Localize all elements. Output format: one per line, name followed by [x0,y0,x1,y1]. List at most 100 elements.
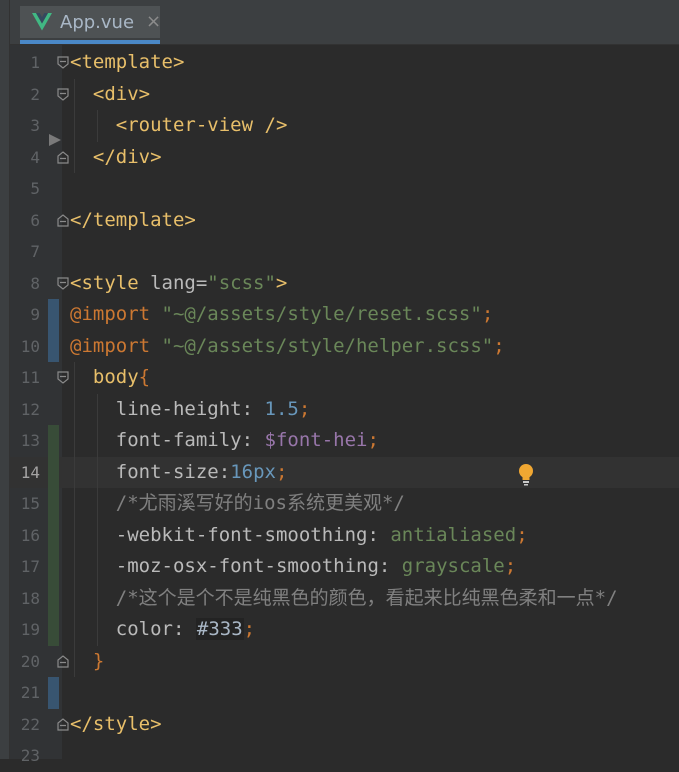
code-token: #333 [195,618,244,640]
code-token: <div> [92,82,151,105]
line-number: 23 [20,746,40,765]
line-number: 3 [30,116,40,135]
code-line[interactable]: 21 [10,677,679,709]
indent-guide [96,456,98,488]
code-token: <router-view /> [115,114,288,136]
code-text: <template> [70,47,184,79]
indent-guide [74,141,75,173]
indent-guide [74,425,75,457]
code-token: <style [70,271,151,294]
fold-end-icon[interactable] [57,717,69,731]
code-line[interactable]: 18 /*这个是个不是纯黑色的颜色，看起来比纯黑色柔和一点*/ [10,582,679,615]
indent-guide [74,393,75,425]
vcs-added-marker[interactable] [48,582,59,614]
code-line[interactable]: 19 color: #333; [10,614,679,646]
line-number: 19 [20,620,40,639]
code-line[interactable]: 15 /*尤雨溪写好的ios系统更美观*/ [10,488,679,520]
code-token: grayscale [401,555,505,577]
indent-guide [74,456,75,488]
code-token: <template> [70,51,185,73]
line-number: 21 [20,683,40,702]
fold-open-icon[interactable] [57,87,69,101]
code-line[interactable]: 9 @import "~@/assets/style/reset.scss"; [10,299,679,331]
indent-guide [74,519,75,551]
code-token: line-height [115,397,242,420]
code-token: @import [70,303,162,325]
line-number: 17 [20,557,40,576]
code-token: "~@/assets/style/helper.scss" [161,334,494,357]
code-token: -moz-osx-font-smoothing [115,555,379,577]
tab-app-vue[interactable]: App.vue × [20,6,161,44]
indent-guide [74,551,75,583]
code-text: @import "~@/assets/style/reset.scss"; [70,299,493,331]
active-tab-indicator [20,40,160,44]
code-token: { [138,366,151,388]
code-token: : [241,397,265,420]
vcs-added-marker[interactable] [48,551,59,583]
code-line[interactable]: 12 line-height: 1.5; [10,393,679,425]
fold-end-icon[interactable] [57,150,69,164]
line-number: 6 [30,210,40,230]
code-text: -moz-osx-font-smoothing: grayscale; [116,551,516,583]
line-number: 8 [30,273,40,293]
vue-logo-icon [32,13,52,31]
vcs-modified-marker[interactable] [48,299,59,331]
code-token: : [378,555,402,577]
line-number: 4 [30,147,40,167]
code-line[interactable]: 3 <router-view /> [10,110,679,142]
code-line[interactable]: 5 [10,173,679,205]
code-token: 16px [230,460,276,483]
code-line[interactable]: 16 -webkit-font-smoothing: antialiased; [10,519,679,551]
code-line[interactable]: 6 </template> [10,205,679,237]
code-text: <router-view /> [116,110,288,142]
code-token: @import [70,334,162,357]
indent-guide [74,488,75,520]
fold-end-icon[interactable] [57,213,69,227]
fold-open-icon[interactable] [57,56,69,69]
code-editor[interactable]: 1 <template> 2 <div> 3 <router-view /> 4 </div>… [10,45,679,765]
line-number: 14 [20,462,40,482]
code-line[interactable]: 10 @import "~@/assets/style/helper.scss"; [10,330,679,363]
code-text: @import "~@/assets/style/helper.scss"; [70,331,505,363]
vcs-modified-marker[interactable] [48,677,59,709]
code-token: 1.5 [264,397,299,420]
line-number: 16 [20,525,40,545]
code-line[interactable]: 8 <style lang="scss"> [10,268,679,300]
vcs-added-marker[interactable] [48,425,59,457]
line-number: 1 [30,53,40,72]
indent-guide [96,551,98,583]
code-line[interactable]: 14 font-size:16px; [10,456,679,488]
indent-guide [96,110,98,142]
code-token: body [92,366,139,388]
fold-end-icon[interactable] [57,654,69,668]
code-token: ; [481,303,494,325]
code-line[interactable]: 22 </style> [10,709,679,741]
code-line[interactable]: 23 [10,740,679,772]
code-text: } [93,646,104,678]
vcs-added-marker[interactable] [48,488,59,520]
code-line[interactable]: 13 font-family: $font-hei; [10,425,679,457]
code-line[interactable]: 7 [10,236,679,268]
code-line[interactable]: 2 <div> [10,78,679,110]
indent-guide [96,614,98,646]
line-number: 2 [30,84,40,104]
line-number: 13 [20,431,40,450]
vcs-added-marker[interactable] [48,614,59,646]
code-line[interactable]: 11 body{ [10,362,679,394]
vcs-added-marker[interactable] [48,456,59,488]
code-text: /*这个是个不是纯黑色的颜色，看起来比纯黑色柔和一点*/ [116,583,618,615]
fold-open-icon[interactable] [57,276,69,290]
code-token: ; [516,523,528,546]
code-token: : [367,523,391,546]
fold-open-icon[interactable] [57,371,69,384]
code-line[interactable]: 17 -moz-osx-font-smoothing: grayscale; [10,551,679,583]
code-line[interactable]: 1 <template> [10,47,679,79]
vcs-added-marker[interactable] [48,519,59,551]
close-icon[interactable]: × [146,13,161,31]
lightbulb-icon[interactable] [518,463,534,486]
line-number: 18 [20,588,40,608]
vcs-modified-marker[interactable] [48,330,59,362]
code-text: color: #333; [116,614,255,646]
code-line[interactable]: 4 </div> [10,141,679,173]
code-line[interactable]: 20} [10,645,679,678]
